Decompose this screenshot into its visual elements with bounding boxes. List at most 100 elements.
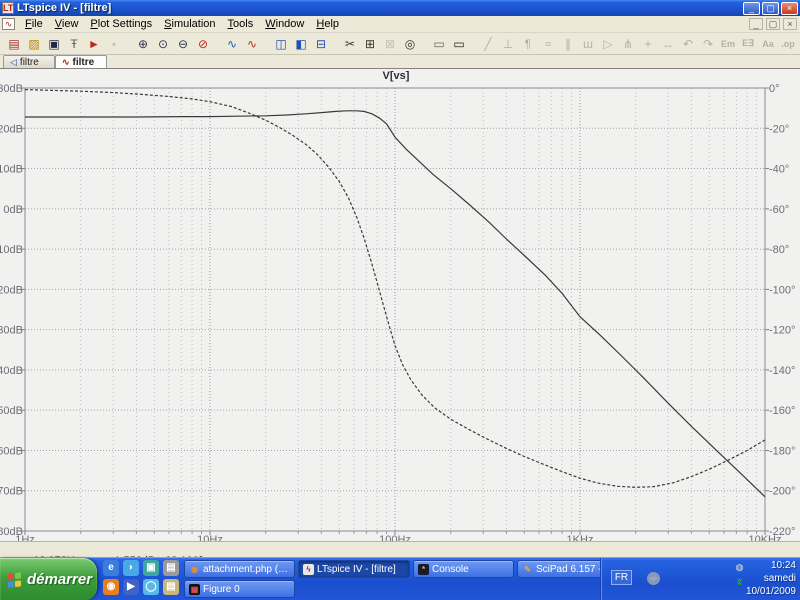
network-status-icon[interactable]: ʬ — [733, 576, 746, 589]
place-ground-button: ⊥ — [502, 36, 514, 51]
mdi-minimize-button[interactable]: _ — [749, 18, 763, 30]
tile-vertically-button[interactable]: ◫ — [271, 34, 291, 53]
y-left-label: 0dB — [3, 204, 23, 216]
mdi-close-button[interactable]: × — [783, 18, 797, 30]
y-left-label: -50dB — [0, 405, 23, 417]
clock: 10:24 samedi 10/01/2009 — [746, 559, 796, 598]
figure-icon: ▦ — [189, 583, 200, 595]
print-button[interactable]: ▭ — [449, 34, 469, 53]
zoom-out-button[interactable]: ⊖ — [173, 34, 193, 53]
volume-icon[interactable]: ◍ — [733, 561, 746, 574]
window-controls: _ ▢ × — [743, 1, 798, 15]
y-left-label: 10dB — [0, 164, 23, 176]
firefox-icon[interactable]: ◉ — [103, 579, 119, 595]
start-button[interactable]: démarrer — [0, 558, 97, 600]
zoom-full-extents-button[interactable]: ⊘ — [193, 34, 213, 53]
minimize-button[interactable]: _ — [743, 1, 760, 15]
move-button: + — [644, 36, 652, 51]
firefox-icon: ◉ — [191, 564, 198, 574]
title-bar: LT LTspice IV - [filtre] _ ▢ × — [0, 0, 800, 16]
mdi-controls: _ ▢ × — [749, 18, 797, 30]
restore-button[interactable]: ▢ — [762, 1, 779, 15]
menu-item-simulation[interactable]: Simulation — [158, 17, 221, 31]
y-right-label: -80° — [769, 244, 789, 256]
menu-bar: ∿ File View Plot Settings Simulation Tools Wi… — [0, 16, 800, 33]
tab-strip: ◁ filtre ∿ filtre — [0, 55, 800, 68]
redo-button: ↷ — [702, 36, 714, 51]
waveform-pane: V[vs] 1Hz 10Hz 100Hz 1KHz 10KHz 30dB 0° 20dB -20… — [0, 68, 800, 542]
y-left-label: -60dB — [0, 445, 23, 457]
plot-canvas[interactable]: 1Hz 10Hz 100Hz 1KHz 10KHz30dB 0°20dB -20°10dB -… — [0, 69, 800, 542]
find-button[interactable]: ◎ — [400, 34, 420, 53]
menu-item-tools[interactable]: Tools — [222, 17, 260, 31]
status-bar: x = 12.972Hz y = -1.553dB, -63.106° — [0, 541, 800, 567]
notepad-icon[interactable]: ▤ — [163, 579, 179, 595]
internet-explorer-icon[interactable]: e — [103, 560, 119, 576]
taskbar-button-label: Figure 0 — [203, 583, 240, 595]
open-file-button[interactable]: ▨ — [24, 34, 44, 53]
control-panel-button[interactable]: Ŧ — [64, 34, 84, 53]
place-component-button: ⋔ — [622, 36, 634, 51]
windows-flag-icon — [8, 571, 22, 587]
task-attachment-taskbar-button[interactable]: ◉ attachment.php (Ima... — [184, 560, 295, 578]
ltspice-window: LT LTspice IV - [filtre] _ ▢ × ∿ File View P… — [0, 0, 800, 600]
label-net-button: ¶ — [524, 36, 532, 51]
quicktime-icon[interactable]: ◯ — [143, 579, 159, 595]
y-right-label: -120° — [769, 325, 795, 337]
copy-button[interactable]: ⊞ — [360, 34, 380, 53]
menu-item-file[interactable]: File — [19, 17, 49, 31]
y-right-label: -40° — [769, 164, 789, 176]
show-desktop-icon[interactable]: ◗ — [123, 560, 139, 576]
tab-label: filtre — [72, 56, 95, 68]
tile-horizontally-button[interactable]: ⊟ — [311, 34, 331, 53]
schematic-icon: ◁ — [10, 56, 17, 67]
mdi-restore-button[interactable]: ▢ — [766, 18, 780, 30]
spice-directive-button: .op — [781, 38, 795, 49]
cut-button[interactable]: ✂ — [340, 34, 360, 53]
task-figure0-taskbar-button[interactable]: ▦ Figure 0 — [184, 580, 295, 598]
y-left-label: 30dB — [0, 83, 23, 95]
system-tray: FR ◂▸ ʬ ◍ 10:24 samedi 10/01/2009 — [600, 558, 800, 600]
y-right-label: -140° — [769, 365, 795, 377]
waveform-icon: ∿ — [62, 56, 70, 67]
language-indicator[interactable]: FR — [611, 570, 632, 585]
quick-launch: e ◗ ▣ ▤ ◉ ▶ ◯ ▤ — [103, 560, 183, 599]
print-preview-button[interactable]: ▭ — [429, 34, 449, 53]
save-button[interactable]: ▣ — [44, 34, 64, 53]
tab-filtre-plot[interactable]: ∿ filtre — [55, 55, 107, 68]
clock-day: samedi — [763, 573, 796, 584]
y-right-label: -220° — [769, 526, 795, 538]
media-player-icon[interactable]: ▶ — [123, 579, 139, 595]
waveform-doc-icon: ∿ — [2, 18, 15, 30]
new-schematic-button[interactable]: ▤ — [4, 34, 24, 53]
task-ltspice-taskbar-button[interactable]: ϟ LTspice IV - [filtre] — [298, 560, 410, 578]
task-console-taskbar-button[interactable]: * Console — [413, 560, 514, 578]
safely-remove-icon[interactable]: ◂▸ — [647, 572, 660, 585]
window-title: LTspice IV - [filtre] — [17, 2, 112, 14]
y-right-label: -160° — [769, 405, 795, 417]
printer-icon[interactable]: ▤ — [163, 560, 179, 576]
y-left-label: 20dB — [0, 123, 23, 135]
toolbar: ▤ ▨ ▣ Ŧ ► ▪ ⊕ ⊙ ⊖ ⊘ ∿ ∿ ◫ ◧ ⊟ ✂ ⊞ ⊠ ◎ ▭ ▭ ╱ ⊥ ¶ ≈ ∥ ɯ ▷ ⋔ + ↔ ↶ ↷ Em E∃ Aa.… — [0, 33, 800, 55]
menu-item-window[interactable]: Window — [259, 17, 310, 31]
y-left-label: -20dB — [0, 284, 23, 296]
cascade-windows-button[interactable]: ◧ — [291, 34, 311, 53]
close-button[interactable]: × — [781, 1, 798, 15]
y-left-label: -70dB — [0, 486, 23, 498]
zoom-area-button[interactable]: ⊙ — [153, 34, 173, 53]
y-right-label: -180° — [769, 445, 795, 457]
plot-settings-button[interactable]: ∿ — [242, 34, 262, 53]
autorange-y-axis-button[interactable]: ∿ — [222, 34, 242, 53]
run-simulation-button[interactable]: ► — [84, 34, 104, 53]
zoom-in-button[interactable]: ⊕ — [133, 34, 153, 53]
place-resistor-button: ≈ — [544, 36, 552, 51]
taskbar-button-label: attachment.php (Ima... — [203, 563, 290, 575]
tab-filtre-schematic[interactable]: ◁ filtre — [3, 55, 55, 68]
menu-item-view[interactable]: View — [49, 17, 85, 31]
taskbar-button-label: LTspice IV - [filtre] — [317, 563, 396, 575]
menu-item-help[interactable]: Help — [310, 17, 345, 31]
network-places-icon[interactable]: ▣ — [143, 560, 159, 576]
ltspice-icon: ϟ — [303, 563, 314, 575]
taskbar: démarrer e◗▣▤◉▶◯▤ ◉attachment.php (Ima..… — [0, 557, 800, 600]
menu-item-plot-settings[interactable]: Plot Settings — [84, 17, 158, 31]
